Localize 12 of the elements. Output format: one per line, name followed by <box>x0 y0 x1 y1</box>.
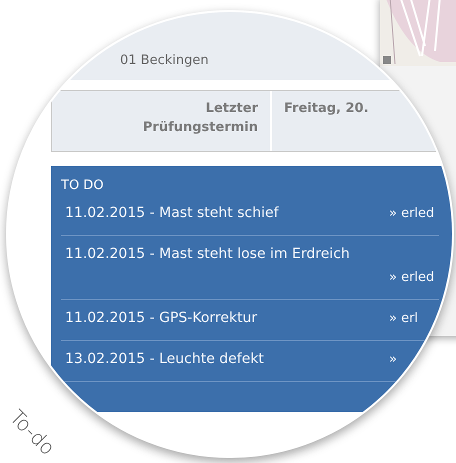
panel-title: TO DO <box>61 178 105 193</box>
done-link[interactable]: » <box>389 352 439 367</box>
address-text: 01 Beckingen <box>120 53 209 68</box>
field-label: Letzter Prüfungstermin <box>52 91 272 151</box>
todo-item: 13.02.2015 - Leuchte defekt <box>64 351 264 367</box>
done-link[interactable]: » erled <box>389 270 439 285</box>
todo-item: 11.02.2015 - GPS-Korrektur <box>64 310 258 326</box>
done-link[interactable]: » erled <box>389 206 439 221</box>
todo-item: 11.02.2015 - Mast steht lose im Erdreich <box>64 246 350 262</box>
todo-item: 11.02.2015 - Mast steht schief <box>64 205 279 221</box>
field-value: Freitag, 20. <box>283 100 370 118</box>
done-link[interactable]: » erl <box>389 311 439 326</box>
